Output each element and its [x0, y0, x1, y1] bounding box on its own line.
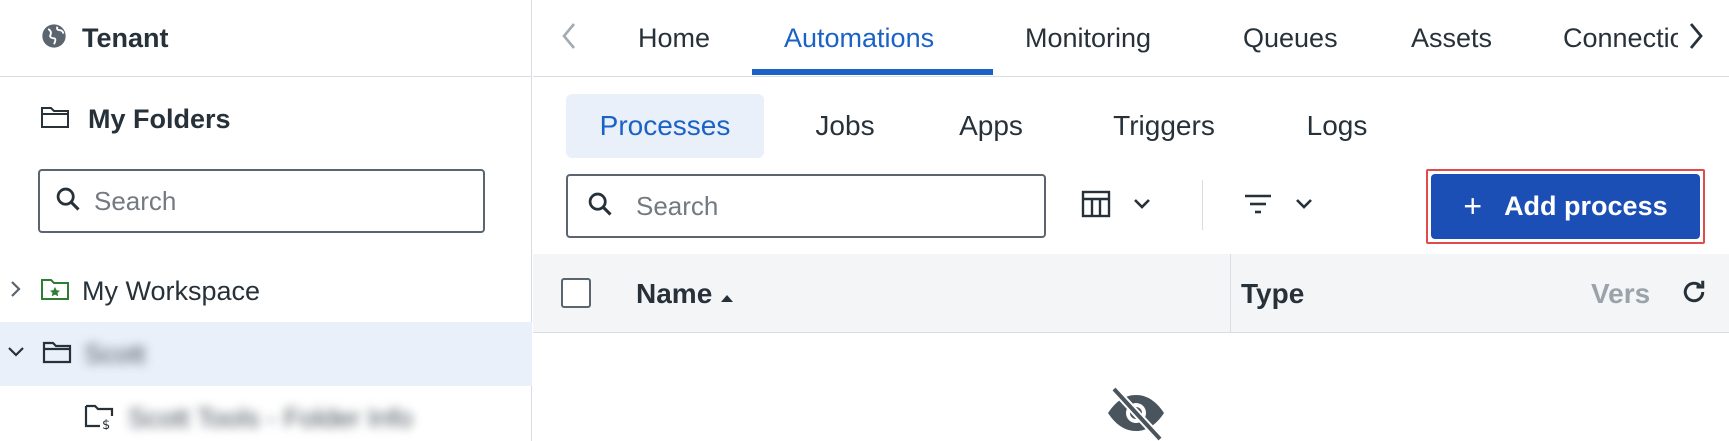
nav-tab-assets[interactable]: Assets	[1411, 0, 1492, 77]
add-process-label: Add process	[1504, 191, 1668, 221]
nav-tab-home[interactable]: Home	[638, 0, 710, 77]
subtab-triggers[interactable]: Triggers	[1094, 94, 1234, 158]
folder-icon	[42, 339, 72, 370]
chevron-down-icon	[1294, 197, 1314, 216]
sort-ascending-icon	[720, 278, 734, 310]
tree-item-my-workspace[interactable]: My Workspace	[0, 259, 532, 323]
nav-tab-connections-clip: Connections	[1560, 0, 1692, 77]
visibility-off-icon	[1104, 385, 1168, 441]
subtab-jobs[interactable]: Jobs	[790, 94, 900, 158]
search-icon	[54, 185, 82, 218]
shared-folder-icon: $	[84, 402, 116, 435]
my-folders-header: My Folders	[40, 104, 231, 135]
globe-icon	[40, 22, 68, 55]
chevron-down-icon[interactable]	[6, 341, 26, 368]
table-header: Name Type Version	[533, 254, 1729, 333]
plus-icon: +	[1463, 188, 1483, 224]
workspace-folder-icon	[40, 276, 70, 307]
column-header-version[interactable]: Version	[1591, 254, 1649, 333]
column-header-type[interactable]: Type	[1241, 254, 1304, 333]
folder-panel: Tenant My Folders My Workspace Scott	[0, 0, 532, 441]
nav-tab-monitoring[interactable]: Monitoring	[1025, 0, 1151, 77]
subtab-logs[interactable]: Logs	[1290, 94, 1384, 158]
tree-item-label: Scott	[84, 338, 146, 369]
tree-item-label: Scott Tools - Folder Info	[128, 402, 413, 433]
chevron-left-icon	[560, 21, 578, 56]
folder-search-input[interactable]	[94, 185, 454, 217]
refresh-icon	[1679, 277, 1709, 312]
nav-scroll-right-button[interactable]	[1678, 18, 1714, 58]
search-icon	[586, 190, 614, 223]
nav-tab-automations[interactable]: Automations	[784, 0, 934, 77]
subtab-apps[interactable]: Apps	[940, 94, 1042, 158]
nav-scroll-left-button[interactable]	[551, 18, 587, 58]
tenant-header[interactable]: Tenant	[0, 0, 532, 77]
folder-icon	[40, 104, 70, 135]
my-folders-label: My Folders	[88, 104, 231, 134]
tree-item-scott[interactable]: Scott	[0, 322, 532, 386]
process-search-input[interactable]	[636, 190, 1016, 222]
active-tab-indicator	[752, 69, 993, 75]
add-process-button[interactable]: + Add process	[1431, 174, 1700, 239]
filter-button[interactable]	[1242, 186, 1314, 226]
column-header-label: Name	[636, 277, 713, 309]
subtab-processes[interactable]: Processes	[566, 94, 764, 158]
filter-icon	[1242, 190, 1274, 223]
tenant-label: Tenant	[82, 22, 169, 53]
table-columns-icon	[1080, 188, 1112, 225]
column-header-name[interactable]: Name	[636, 254, 734, 333]
tree-item-scott-tools[interactable]: $ Scott Tools - Folder Info	[0, 386, 532, 441]
chevron-right-icon	[1687, 21, 1705, 56]
nav-tab-queues[interactable]: Queues	[1243, 0, 1338, 77]
svg-text:$: $	[102, 418, 110, 430]
nav-tab-connections[interactable]: Connections	[1563, 0, 1692, 77]
process-search[interactable]	[566, 174, 1046, 238]
chevron-right-icon[interactable]	[8, 278, 24, 305]
toolbar-divider	[1202, 180, 1203, 230]
folder-search[interactable]	[38, 169, 485, 233]
select-all-checkbox[interactable]	[561, 278, 591, 308]
refresh-button[interactable]	[1676, 276, 1712, 312]
column-settings-button[interactable]	[1080, 186, 1152, 226]
chevron-down-icon	[1132, 197, 1152, 216]
column-resize-handle[interactable]	[1230, 254, 1231, 333]
tree-item-label: My Workspace	[82, 275, 261, 306]
